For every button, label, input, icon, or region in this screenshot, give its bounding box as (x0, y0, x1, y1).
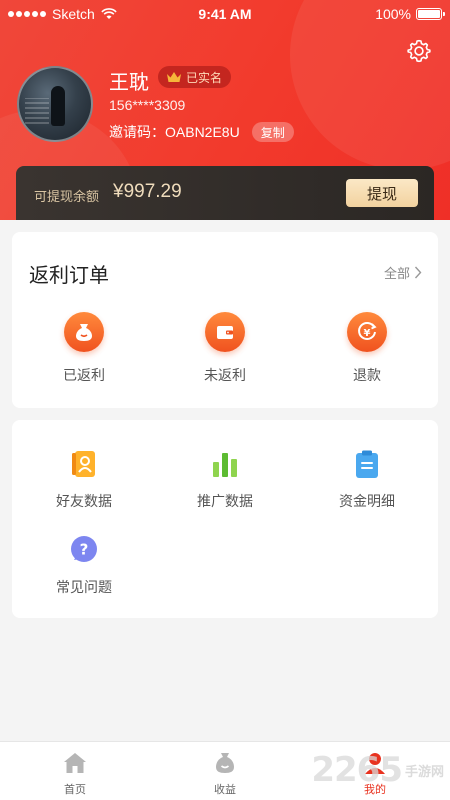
avatar-photo-detail (25, 98, 49, 124)
order-rebated-label: 已返利 (63, 367, 105, 383)
money-bag-icon (212, 750, 238, 776)
order-refund-label: 退款 (353, 367, 381, 383)
crown-icon (167, 72, 181, 82)
user-name: 王耽 (109, 72, 149, 94)
status-right: 100% (375, 6, 445, 22)
refund-yen-icon: ¥ (347, 312, 387, 352)
bar-chart-icon (210, 449, 240, 479)
profile-header: Sketch 9:41 AM 100% 王耽 已实名 156****3309 邀… (0, 0, 450, 220)
all-orders-link[interactable]: 全部 (384, 263, 422, 282)
home-icon (62, 750, 88, 776)
battery-percent: 100% (375, 6, 411, 22)
copy-button[interactable]: 复制 (251, 122, 294, 142)
tool-promo-data-label: 推广数据 (197, 493, 253, 509)
order-rebated[interactable]: 已返利 (24, 312, 144, 385)
all-orders-label: 全部 (383, 266, 410, 281)
tool-friend-data[interactable]: 好友数据 (24, 449, 144, 511)
tab-home-label: 首页 (64, 784, 86, 796)
rebate-orders-card: 返利订单 全部 已返利 未返利 ¥ 退款 (12, 232, 438, 408)
order-not-rebated-label: 未返利 (204, 367, 246, 383)
watermark-number: 2265 (311, 750, 403, 790)
tool-promo-data[interactable]: 推广数据 (165, 449, 285, 511)
tab-home[interactable]: 首页 (0, 742, 150, 800)
svg-text:¥: ¥ (364, 328, 371, 339)
question-bubble-icon: ? (69, 535, 99, 565)
verified-badge: 已实名 (158, 66, 232, 88)
order-not-rebated[interactable]: 未返利 (165, 312, 285, 385)
tools-card: 好友数据 推广数据 资金明细 ? 常见问题 (12, 420, 438, 618)
settings-gear-icon[interactable] (406, 38, 432, 64)
invite-code-row: 邀请码： OABN2E8U 复制 (109, 122, 294, 142)
tool-faq[interactable]: ? 常见问题 (24, 535, 144, 597)
orders-title: 返利订单 (29, 265, 109, 287)
tab-earnings[interactable]: 收益 (150, 742, 300, 800)
wallet-icon (205, 312, 245, 352)
watermark-text: 手游网 (404, 763, 444, 779)
verified-label: 已实名 (186, 70, 223, 85)
tab-earnings-label: 收益 (214, 784, 236, 796)
phone-number: 156****3309 (109, 97, 186, 113)
clipboard-icon (352, 449, 382, 479)
withdraw-button[interactable]: 提现 (346, 179, 418, 207)
tool-faq-label: 常见问题 (56, 579, 112, 595)
tool-fund-details-label: 资金明细 (339, 493, 395, 509)
balance-value: ¥997.29 (113, 181, 182, 202)
friend-card-icon (69, 449, 99, 479)
invite-code: OABN2E8U (165, 124, 240, 140)
avatar-photo-figure (51, 86, 65, 126)
order-refund[interactable]: ¥ 退款 (307, 312, 427, 385)
money-bag-icon (64, 312, 104, 352)
status-bar: Sketch 9:41 AM 100% (0, 0, 450, 28)
balance-label: 可提现余额 (34, 189, 100, 204)
chevron-right-icon (414, 266, 422, 279)
battery-icon (416, 8, 445, 20)
tool-friend-data-label: 好友数据 (56, 493, 112, 509)
avatar[interactable] (17, 66, 93, 142)
balance-panel: 可提现余额 ¥997.29 提现 (16, 166, 434, 220)
svg-text:?: ? (80, 541, 89, 559)
site-watermark: 2265 手游网 (311, 750, 444, 790)
tool-fund-details[interactable]: 资金明细 (307, 449, 427, 511)
invite-label: 邀请码： (109, 124, 165, 140)
